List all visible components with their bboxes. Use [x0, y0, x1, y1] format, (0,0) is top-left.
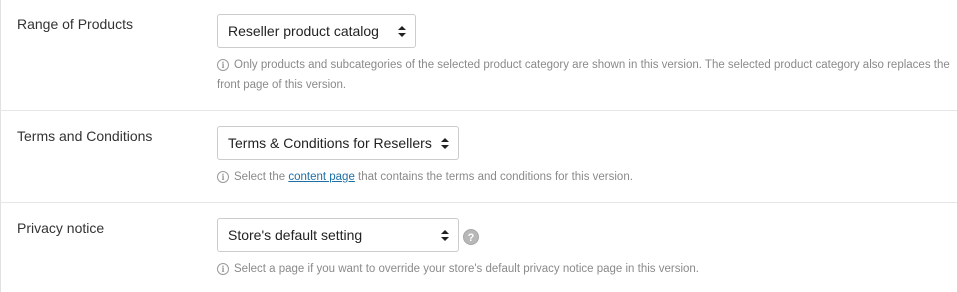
updown-arrows-icon [441, 127, 449, 159]
updown-arrows-icon [398, 15, 406, 47]
range-of-products-help-text: Only products and subcategories of the s… [217, 59, 950, 91]
privacy-notice-select[interactable]: Store's default setting [217, 218, 459, 252]
setting-row-terms-and-conditions: Terms and Conditions Terms & Conditions … [0, 111, 957, 202]
terms-and-conditions-help: i Select the content page that contains t… [217, 167, 952, 187]
setting-row-privacy-notice: Privacy notice Store's default setting ?… [0, 203, 957, 292]
updown-arrows-icon [441, 219, 449, 251]
terms-and-conditions-value: Terms & Conditions for Resellers [228, 135, 432, 151]
range-of-products-select[interactable]: Reseller product catalog [217, 14, 416, 48]
terms-help-suffix: that contains the terms and conditions f… [354, 171, 633, 183]
privacy-notice-help-text: Select a page if you want to override yo… [234, 263, 700, 275]
content-page-link[interactable]: content page [288, 171, 355, 183]
privacy-notice-label: Privacy notice [17, 220, 105, 236]
range-of-products-help: i Only products and subcategories of the … [217, 55, 952, 95]
range-of-products-label: Range of Products [17, 16, 133, 32]
info-icon: i [217, 59, 229, 71]
question-mark-icon[interactable]: ? [463, 229, 479, 245]
setting-row-range-of-products: Range of Products Reseller product catal… [0, 0, 957, 110]
privacy-notice-help: i Select a page if you want to override y… [217, 259, 952, 279]
terms-help-prefix: Select the [234, 171, 289, 183]
privacy-notice-value: Store's default setting [228, 227, 363, 243]
terms-and-conditions-label: Terms and Conditions [17, 128, 153, 144]
range-of-products-value: Reseller product catalog [228, 23, 379, 39]
info-icon: i [217, 263, 229, 275]
terms-and-conditions-select[interactable]: Terms & Conditions for Resellers [217, 126, 459, 160]
info-icon: i [217, 171, 229, 183]
